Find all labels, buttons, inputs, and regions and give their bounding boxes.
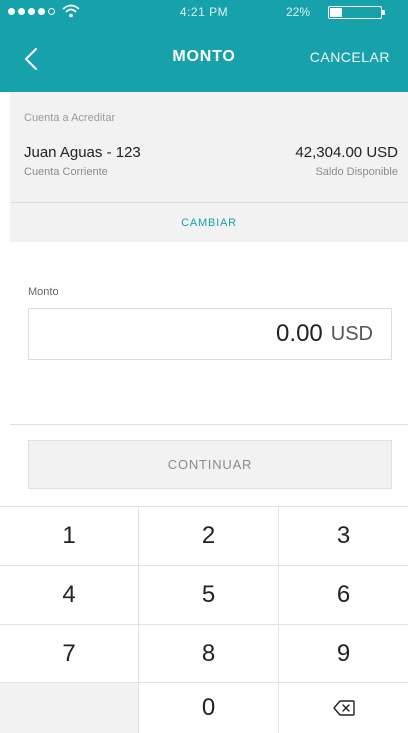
continue-button[interactable]: CONTINUAR xyxy=(28,440,392,489)
keypad-key-9[interactable]: 9 xyxy=(279,625,408,683)
amount-label: Monto xyxy=(28,286,59,298)
keypad-key-4[interactable]: 4 xyxy=(0,566,139,625)
amount-currency: USD xyxy=(330,322,373,345)
account-name: Juan Aguas - 123 xyxy=(24,144,141,161)
keypad-key-5[interactable]: 5 xyxy=(139,566,279,625)
keypad-backspace-button[interactable] xyxy=(279,683,408,733)
keypad-key-6[interactable]: 6 xyxy=(279,566,408,625)
keypad-key-0[interactable]: 0 xyxy=(139,683,279,733)
account-type: Cuenta Corriente xyxy=(24,166,108,178)
account-balance: 42,304.00 USD xyxy=(295,144,398,161)
keypad-key-8[interactable]: 8 xyxy=(139,625,279,683)
account-caption: Cuenta a Acreditar xyxy=(24,112,116,124)
battery-percent: 22% xyxy=(286,5,311,19)
backspace-icon xyxy=(332,700,355,716)
amount-input[interactable]: 0.00 USD xyxy=(28,308,392,360)
status-bar: 4:21 PM 22% xyxy=(0,0,408,24)
section-divider xyxy=(10,424,408,425)
keypad-key-1[interactable]: 1 xyxy=(0,507,139,566)
battery-icon xyxy=(328,6,382,19)
account-balance-label: Saldo Disponible xyxy=(315,166,398,178)
keypad-blank xyxy=(0,683,139,733)
account-card: Cuenta a Acreditar Juan Aguas - 123 Cuen… xyxy=(10,92,408,242)
keypad-key-7[interactable]: 7 xyxy=(0,625,139,683)
header: 4:21 PM 22% MONTO CANCELAR xyxy=(0,0,408,92)
cancel-button[interactable]: CANCELAR xyxy=(310,49,390,65)
numeric-keypad: 123 456 7890 xyxy=(0,506,408,733)
battery-cap xyxy=(382,10,385,15)
account-divider xyxy=(10,202,408,203)
keypad-key-3[interactable]: 3 xyxy=(279,507,408,566)
amount-value: 0.00 xyxy=(276,320,323,347)
change-account-button[interactable]: CAMBIAR xyxy=(10,217,408,229)
keypad-key-2[interactable]: 2 xyxy=(139,507,279,566)
